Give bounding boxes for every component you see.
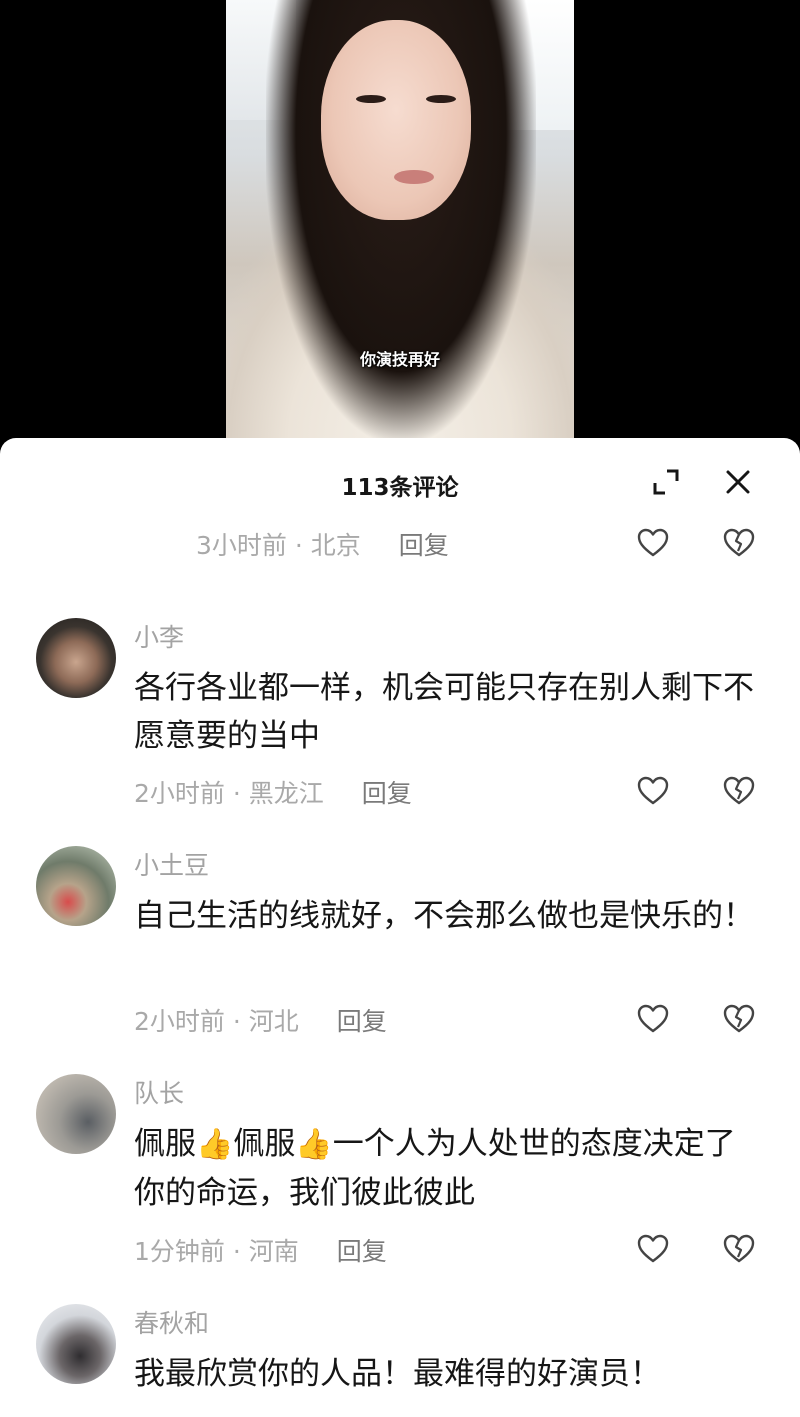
expand-icon [653,469,679,495]
video-frame[interactable]: 你演技再好 [226,0,574,440]
comment-time-location: 2小时前 · 黑龙江 [134,779,324,808]
broken-heart-icon[interactable] [722,1232,756,1266]
comment-meta-row: 2小时前 · 黑龙江 回复 [134,772,412,812]
heart-outline-icon[interactable] [636,774,670,808]
comment-text: 我最欣赏你的人品！最难得的好演员！ [134,1356,661,1392]
comment-text-part: 佩服 [233,1126,296,1162]
reply-button[interactable]: 回复 [362,774,412,810]
comment-time-location: 1分钟前 · 河南 [134,1237,299,1266]
comment-username[interactable]: 春秋和 [134,1304,209,1340]
reply-button[interactable]: 回复 [337,1002,387,1038]
avatar[interactable] [36,846,116,926]
comment-item: 队长 佩服👍佩服👍一个人为人处世的态度决定了你的命运，我们彼此彼此 [0,1074,800,1274]
comment-item: 小土豆 自己生活的线就好，不会那么做也是快乐的！ [0,846,800,1046]
video-subtitle: 你演技再好 [359,350,440,369]
avatar[interactable] [36,1304,116,1384]
video-person-eye-right [426,95,456,103]
comment-meta-row: 2小时前 · 河北 回复 [134,1000,387,1040]
avatar[interactable] [36,618,116,698]
heart-outline-icon[interactable] [636,1002,670,1036]
close-button[interactable] [720,464,756,500]
heart-outline-icon[interactable] [636,526,670,560]
comment-username[interactable]: 小土豆 [134,846,209,882]
video-person-lips [394,170,434,184]
reply-button[interactable]: 回复 [337,1232,387,1268]
close-icon [726,470,750,494]
broken-heart-icon[interactable] [722,1002,756,1036]
comment-meta-row: 3小时前 · 北京 回复 [196,524,449,564]
comment-username[interactable]: 队长 [134,1074,184,1110]
comments-header: 113条评论 [0,438,800,528]
video-player[interactable]: 你演技再好 [0,0,800,440]
comment-username[interactable]: 小李 [134,618,184,654]
expand-button[interactable] [648,464,684,500]
comment-meta-row: 1分钟前 · 河南 回复 [134,1230,387,1270]
comment-time-location: 3小时前 · 北京 [196,531,361,560]
video-person-face [321,20,471,220]
thumbs-up-emoji: 👍 [196,1127,234,1162]
reply-button[interactable]: 回复 [399,526,449,562]
comments-panel[interactable]: 113条评论 3小时前 · 北京 回复 小李 各行各业都一样，机会可能只存在别人… [0,438,800,1417]
comment-text-part: 佩服 [134,1126,196,1162]
video-person-eye-left [356,95,386,103]
comment-item: 春秋和 我最欣赏你的人品！最难得的好演员！ [0,1304,800,1417]
comment-time-location: 2小时前 · 河北 [134,1007,299,1036]
comment-text: 自己生活的线就好，不会那么做也是快乐的！ [134,898,754,934]
comment-text: 各行各业都一样，机会可能只存在别人剩下不愿意要的当中 [134,670,754,754]
thumbs-up-emoji: 👍 [295,1127,333,1162]
comment-text: 佩服👍佩服👍一个人为人处世的态度决定了你的命运，我们彼此彼此 [134,1120,764,1217]
broken-heart-icon[interactable] [722,526,756,560]
avatar[interactable] [36,1074,116,1154]
heart-outline-icon[interactable] [636,1232,670,1266]
broken-heart-icon[interactable] [722,774,756,808]
